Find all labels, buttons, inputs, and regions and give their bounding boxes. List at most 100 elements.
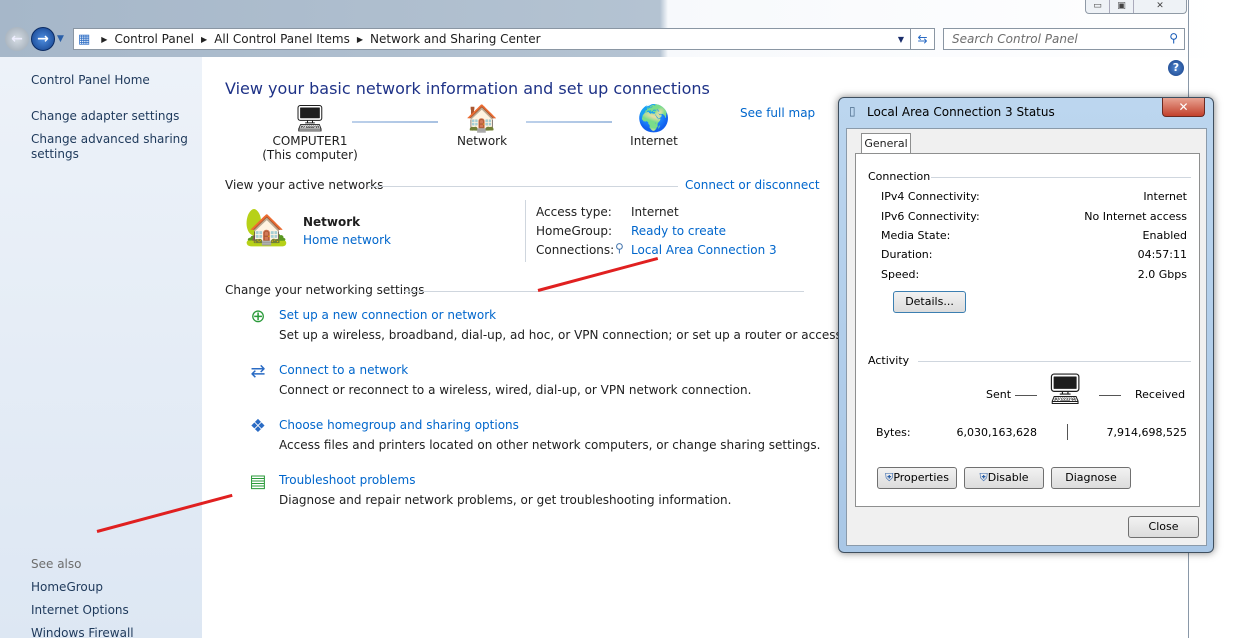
forward-button[interactable]: → — [31, 27, 55, 51]
page-title: View your basic network information and … — [225, 79, 710, 98]
media-state-label: Media State: — [881, 229, 951, 242]
minimize-button[interactable]: ▭ — [1086, 0, 1110, 13]
diagnose-button[interactable]: Diagnose — [1051, 467, 1131, 489]
computer-name: COMPUTER1 — [272, 134, 348, 148]
task-desc: Connect or reconnect to a wireless, wire… — [279, 383, 752, 397]
home-network-link[interactable]: Home network — [303, 233, 391, 247]
details-button[interactable]: Details... — [893, 291, 966, 313]
search-icon[interactable]: ⚲ — [1169, 31, 1178, 45]
back-button[interactable]: ← — [5, 27, 29, 51]
disable-button[interactable]: ⛨Disable — [964, 467, 1044, 489]
map-computer[interactable]: 🖥 COMPUTER1 (This computer) — [245, 104, 375, 162]
connections-label: Connections: — [536, 243, 615, 257]
bytes-received-value: 7,914,698,525 — [1106, 426, 1187, 439]
ethernet-icon: ⚲ — [615, 241, 624, 255]
breadcrumb-control-panel[interactable]: Control Panel — [114, 32, 194, 46]
address-bar[interactable]: ▦ ▶ Control Panel ▶ All Control Panel It… — [73, 28, 911, 50]
search-input[interactable]: Search Control Panel ⚲ — [943, 28, 1185, 50]
see-also-internet-options[interactable]: Internet Options — [31, 603, 191, 618]
computer-icon: 🖥 — [293, 104, 327, 134]
ipv4-value: Internet — [1143, 190, 1187, 203]
divider — [525, 200, 526, 262]
speed-value: 2.0 Gbps — [1137, 268, 1187, 281]
network-name: Network — [303, 215, 361, 229]
computer-sub: (This computer) — [262, 148, 358, 162]
connection-status-dialog: ▯ Local Area Connection 3 Status ✕ Gener… — [838, 97, 1214, 553]
ipv6-value: No Internet access — [1084, 210, 1187, 223]
network-activity-icon: 🖥 — [1046, 372, 1085, 407]
divider — [1099, 395, 1121, 396]
connection-link[interactable]: Local Area Connection 3 — [631, 243, 777, 257]
maximize-button[interactable]: ▣ — [1110, 0, 1134, 13]
refresh-button[interactable]: ⇆ — [911, 28, 935, 50]
house-icon: 🏠 — [465, 104, 499, 134]
received-label: Received — [1135, 388, 1186, 401]
ethernet-icon: ▯ — [849, 104, 856, 118]
divider — [368, 186, 678, 187]
duration-label: Duration: — [881, 248, 933, 261]
breadcrumb-network-sharing[interactable]: Network and Sharing Center — [370, 32, 541, 46]
bytes-sent-value: 6,030,163,628 — [956, 426, 1037, 439]
see-also-homegroup[interactable]: HomeGroup — [31, 580, 191, 595]
bytes-label: Bytes: — [876, 426, 911, 439]
general-panel: Connection IPv4 Connectivity: Internet I… — [855, 153, 1200, 507]
activity-group-label: Activity — [868, 354, 910, 367]
dialog-close-button[interactable]: ✕ — [1162, 98, 1205, 117]
disable-label: Disable — [987, 471, 1029, 484]
active-networks-label: View your active networks — [225, 178, 384, 192]
task-homegroup[interactable]: Choose homegroup and sharing options — [279, 418, 519, 432]
task-connect-network[interactable]: Connect to a network — [279, 363, 408, 377]
see-full-map-link[interactable]: See full map — [740, 106, 815, 120]
see-also-label: See also — [31, 557, 82, 571]
properties-label: Properties — [893, 471, 949, 484]
sidebar-item-advanced-sharing[interactable]: Change advanced sharing settings — [31, 132, 191, 162]
dialog-body: General Connection IPv4 Connectivity: In… — [846, 128, 1207, 546]
network-label: Network — [456, 134, 508, 148]
divider — [1067, 424, 1068, 440]
homegroup-icon: ❖ — [249, 416, 267, 437]
homegroup-label: HomeGroup: — [536, 224, 613, 238]
map-internet[interactable]: 🌍 Internet — [620, 104, 688, 148]
connection-group-label: Connection — [868, 170, 931, 183]
breadcrumb-separator[interactable]: ▶ — [357, 35, 363, 44]
recent-pages-dropdown[interactable]: ▼ — [57, 34, 64, 44]
homegroup-link[interactable]: Ready to create — [631, 224, 726, 238]
help-icon[interactable]: ? — [1168, 60, 1184, 76]
divider — [1015, 395, 1037, 396]
map-connector — [526, 121, 612, 123]
setup-connection-icon: ⊕ — [250, 306, 266, 327]
navigation-buttons: ← → ▼ — [5, 27, 64, 51]
map-connector — [352, 121, 438, 123]
task-desc: Set up a wireless, broadband, dial-up, a… — [279, 328, 880, 342]
connect-network-icon: ⇄ — [250, 361, 266, 382]
globe-icon: 🌍 — [637, 104, 671, 134]
caption-buttons: ▭ ▣ ✕ — [1085, 0, 1187, 14]
search-placeholder: Search Control Panel — [952, 32, 1078, 46]
task-troubleshoot[interactable]: Troubleshoot problems — [279, 473, 415, 487]
divider — [931, 177, 1191, 178]
task-setup-connection[interactable]: Set up a new connection or network — [279, 308, 496, 322]
home-network-icon: 🏡 — [244, 207, 289, 248]
breadcrumb-all-items[interactable]: All Control Panel Items — [214, 32, 350, 46]
address-dropdown-icon[interactable]: ▼ — [898, 35, 904, 44]
access-type-label: Access type: — [536, 205, 612, 219]
sidebar-item-home[interactable]: Control Panel Home — [31, 73, 191, 88]
close-window-button[interactable]: ✕ — [1134, 0, 1186, 13]
close-button[interactable]: Close — [1128, 516, 1199, 538]
see-also-firewall[interactable]: Windows Firewall — [31, 626, 191, 641]
breadcrumb-separator[interactable]: ▶ — [101, 35, 107, 44]
tab-general[interactable]: General — [861, 133, 911, 154]
properties-button[interactable]: ⛨Properties — [877, 467, 957, 489]
shield-icon: ⛨ — [979, 471, 988, 484]
divider — [918, 361, 1191, 362]
duration-value: 04:57:11 — [1137, 248, 1187, 261]
divider — [404, 291, 804, 292]
dialog-title: Local Area Connection 3 Status — [867, 105, 1055, 119]
ipv4-label: IPv4 Connectivity: — [881, 190, 980, 203]
connect-disconnect-link[interactable]: Connect or disconnect — [685, 178, 820, 192]
breadcrumb-separator[interactable]: ▶ — [201, 35, 207, 44]
access-type-value: Internet — [631, 205, 679, 219]
sidebar-item-adapter[interactable]: Change adapter settings — [31, 109, 191, 124]
map-network[interactable]: 🏠 Network — [446, 104, 518, 148]
internet-label: Internet — [630, 134, 678, 148]
